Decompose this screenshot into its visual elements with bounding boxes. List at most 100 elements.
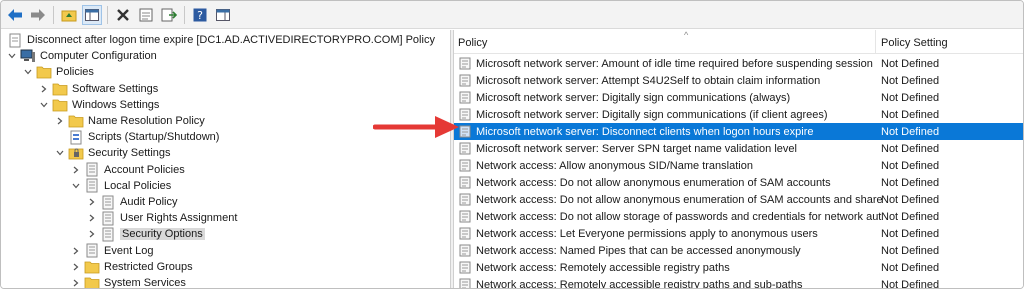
policy-setting-icon (458, 176, 472, 190)
export-list-icon[interactable] (159, 5, 179, 25)
chevron-right-icon[interactable] (71, 275, 81, 288)
column-header-policy-setting[interactable]: Policy Setting (881, 37, 948, 49)
red-arrow-annotation (373, 116, 459, 138)
policy-setting-icon (458, 57, 472, 71)
chevron-down-icon[interactable] (55, 145, 65, 161)
policy-setting-value: Not Defined (881, 227, 940, 240)
policy-name: Network access: Do not allow anonymous e… (476, 193, 882, 206)
policy-setting-value: Not Defined (881, 244, 940, 257)
show-hide-action-pane-icon[interactable] (213, 5, 233, 25)
show-hide-tree-icon[interactable] (82, 4, 102, 25)
policy-setting-icon (458, 91, 472, 105)
policy-name: Microsoft network server: Attempt S4U2Se… (476, 74, 821, 87)
chevron-down-icon[interactable] (39, 97, 49, 113)
help-icon[interactable]: ? (190, 5, 210, 25)
script-icon (68, 129, 84, 145)
toolbar-separator (107, 5, 108, 24)
tree-item[interactable]: Disconnect after logon time expire [DC1.… (7, 32, 435, 48)
policy-name: Network access: Remotely accessible regi… (476, 261, 730, 274)
policy-setting-value: Not Defined (881, 91, 940, 104)
policy-setting-value: Not Defined (881, 74, 940, 87)
policy-row[interactable]: Microsoft network server: Disconnect cli… (454, 123, 1023, 140)
toolbar-separator (53, 5, 54, 24)
tree-item[interactable]: Name Resolution Policy (55, 113, 205, 129)
policy-row[interactable]: Network access: Do not allow anonymous e… (454, 174, 1023, 191)
policy-row[interactable]: Network access: Do not allow anonymous e… (454, 191, 1023, 208)
chevron-right-icon[interactable] (87, 226, 97, 242)
properties-icon[interactable] (136, 5, 156, 25)
policy-name: Microsoft network server: Server SPN tar… (476, 142, 797, 155)
policy-name: Network access: Named Pipes that can be … (476, 244, 801, 257)
tree-item[interactable]: System Services (71, 275, 186, 289)
policy-row[interactable]: Network access: Do not allow storage of … (454, 208, 1023, 225)
policy-row[interactable]: Microsoft network server: Amount of idle… (454, 55, 1023, 72)
chevron-right-icon[interactable] (39, 81, 49, 97)
tree-item-label: Windows Settings (72, 98, 160, 111)
forward-icon[interactable] (28, 5, 48, 25)
tree-item[interactable]: Security Options (87, 226, 205, 242)
policy-setting-icon (458, 244, 472, 258)
tree-item[interactable]: Restricted Groups (71, 259, 193, 275)
svg-text:?: ? (197, 9, 203, 22)
chevron-right-icon[interactable] (87, 194, 97, 210)
tree-item[interactable]: Local Policies (71, 178, 171, 194)
computer-icon (20, 48, 36, 64)
tree-item-label: User Rights Assignment (120, 212, 238, 225)
policy-name: Network access: Remotely accessible regi… (476, 278, 803, 289)
chevron-down-icon[interactable] (7, 48, 17, 64)
tree-item-label: Policies (56, 66, 94, 79)
policy-setting-value: Not Defined (881, 278, 940, 289)
tree-item[interactable]: Audit Policy (87, 194, 177, 210)
tree-item[interactable]: Software Settings (39, 81, 158, 97)
policy-setting-value: Not Defined (881, 142, 940, 155)
column-separator[interactable] (875, 30, 876, 54)
chevron-right-icon[interactable] (71, 162, 81, 178)
tree-item[interactable]: User Rights Assignment (87, 210, 237, 226)
delete-icon[interactable] (113, 5, 133, 25)
tree-item[interactable]: Security Settings (55, 145, 171, 161)
policy-row[interactable]: Network access: Allow anonymous SID/Name… (454, 157, 1023, 174)
tree-item[interactable]: Scripts (Startup/Shutdown) (55, 129, 219, 145)
back-icon[interactable] (5, 5, 25, 25)
chevron-right-icon[interactable] (71, 243, 81, 259)
policy-row[interactable]: Microsoft network server: Server SPN tar… (454, 140, 1023, 157)
column-header-policy[interactable]: Policy (458, 37, 487, 49)
toolbar-separator (184, 5, 185, 24)
policy-row[interactable]: Network access: Named Pipes that can be … (454, 242, 1023, 259)
chevron-down-icon[interactable] (71, 178, 81, 194)
chevron-right-icon[interactable] (55, 113, 65, 129)
policy-row[interactable]: Microsoft network server: Attempt S4U2Se… (454, 72, 1023, 89)
tree-item-label: System Services (104, 277, 186, 289)
tree-item-label: Restricted Groups (104, 260, 193, 273)
tree-item-label: Event Log (104, 244, 154, 257)
up-folder-icon[interactable] (59, 5, 79, 25)
tree-item-label: Audit Policy (120, 196, 178, 208)
policy-setting-value: Not Defined (881, 57, 940, 70)
folder-icon (68, 113, 84, 129)
tree-item[interactable]: Windows Settings (39, 97, 159, 113)
console-tree: Disconnect after logon time expire [DC1.… (1, 30, 450, 289)
policy-setting-icon (458, 210, 472, 224)
tree-item[interactable]: Account Policies (71, 162, 185, 178)
tree-item-label: Scripts (Startup/Shutdown) (88, 131, 220, 144)
policy-setting-icon (458, 193, 472, 207)
security-icon (68, 145, 84, 161)
list-header: ^ Policy Policy Setting (454, 30, 1023, 54)
policy-row[interactable]: Network access: Remotely accessible regi… (454, 276, 1023, 289)
policy-row[interactable]: Microsoft network server: Digitally sign… (454, 106, 1023, 123)
tree-item[interactable]: Policies (23, 64, 94, 80)
chevron-right-icon[interactable] (71, 259, 81, 275)
folder-icon (84, 275, 100, 288)
tree-item-label: Local Policies (104, 179, 172, 192)
policy-row[interactable]: Network access: Remotely accessible regi… (454, 259, 1023, 276)
policy-setting-value: Not Defined (881, 159, 940, 172)
chevron-right-icon[interactable] (87, 210, 97, 226)
policy-row[interactable]: Microsoft network server: Digitally sign… (454, 89, 1023, 106)
policy-setting-value: Not Defined (881, 210, 940, 223)
folder-icon (84, 259, 100, 275)
chevron-down-icon[interactable] (23, 64, 33, 80)
policy-setting-icon (458, 261, 472, 275)
policy-row[interactable]: Network access: Let Everyone permissions… (454, 225, 1023, 242)
tree-item[interactable]: Event Log (71, 243, 154, 259)
tree-item[interactable]: Computer Configuration (7, 48, 157, 64)
